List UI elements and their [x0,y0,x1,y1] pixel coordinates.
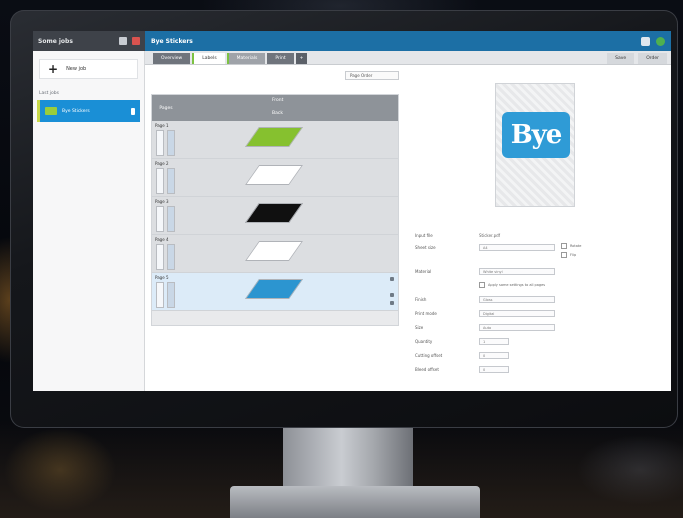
page-mini-back [167,130,175,156]
prop-label: Bleed offset [415,367,439,372]
tab-print[interactable]: Print [267,53,294,64]
size-select[interactable]: Auto [479,324,555,331]
monitor-stand-base [230,486,480,518]
new-job-label: New job [66,66,87,72]
label-preview: Bye [495,83,575,207]
job-title: Bye Stickers [151,37,193,45]
prop-label: Cutting offset [415,353,443,358]
quantity-input[interactable]: 1 [479,338,509,345]
tab-bar: Overview Labels Materials Print + Save O… [145,51,671,65]
job-item-label: Bye Stickers [62,108,90,114]
job-list-item[interactable]: Bye Stickers [37,100,140,122]
page-row-label: Page 2 [155,161,169,166]
logo-text: Bye [510,120,563,150]
page-row-label: Page 1 [155,123,169,128]
page-row-label: Page 4 [155,237,169,242]
add-tab-button[interactable]: + [295,53,308,64]
page-mini-back [167,206,175,232]
tab-labels[interactable]: Labels [192,53,225,64]
power-icon[interactable] [656,36,665,46]
prop-label: Material [415,269,432,274]
grid-icon[interactable] [119,37,127,45]
page-mini-back [167,168,175,194]
prop-label: Input file [415,233,433,238]
prop-label: Print mode [415,311,437,316]
plus-icon: + [48,62,59,76]
finish-select[interactable]: Gloss [479,296,555,303]
front-column-header: Front [272,98,284,103]
arrow-up-icon[interactable] [390,277,394,281]
flip-checkbox[interactable] [561,252,567,258]
page-row-label: Page 5 [155,275,169,280]
pages-toolbar: Page Order [345,71,399,80]
prop-label: Sheet size [415,245,436,250]
app-screen: Some jobs Bye Stickers + New job Last jo… [33,31,671,391]
clipboard-icon[interactable] [641,36,650,46]
apply-all-checkbox[interactable] [479,282,485,288]
page-row[interactable]: Page 4 [152,235,398,273]
save-button[interactable]: Save [607,53,635,64]
section-label: Last jobs [39,91,60,96]
edit-icon[interactable] [390,293,394,297]
main-panel: Overview Labels Materials Print + Save O… [145,51,671,391]
label-preview-shape [244,127,304,147]
prop-label: Finish [415,297,427,302]
page-mini-front [156,244,164,270]
sidebar-title: Some jobs [38,37,73,45]
sidebar: + New job Last jobs Bye Stickers [33,51,145,391]
page-row[interactable]: Page 1 [152,121,398,159]
pages-table: Pages Front Back Page 1 Page 2 Page 3 Pa… [151,94,399,326]
new-job-button[interactable]: + New job [39,59,138,79]
print-mode-select[interactable]: Digital [479,310,555,317]
page-mini-front [156,168,164,194]
menu-icon[interactable] [132,37,140,45]
material-select[interactable]: White vinyl [479,268,555,275]
top-bar: Some jobs Bye Stickers [33,31,671,51]
label-preview-shape [244,203,304,223]
rotate-checkbox[interactable] [561,243,567,249]
sheet-size-select[interactable]: A4 [479,244,555,251]
label-preview-shape [244,241,304,261]
flip-label: Flip [570,253,577,257]
sidebar-header: Some jobs [33,31,145,51]
page-mini-front [156,206,164,232]
page-row-selected[interactable]: Page 5 [152,273,398,311]
pages-column-header: Pages [159,105,173,111]
page-row-label: Page 3 [155,199,169,204]
apply-all-label: Apply same settings to all pages [488,283,546,287]
label-preview-shape [244,165,304,185]
bye-logo: Bye [502,112,570,158]
monitor-stand-neck [283,428,413,488]
page-mini-front [156,130,164,156]
order-button[interactable]: Order [638,53,667,64]
page-mini-back [167,244,175,270]
tab-materials[interactable]: Materials [226,53,266,64]
page-row[interactable]: Page 2 [152,159,398,197]
prop-label: Quantity [415,339,433,344]
job-thumbnail [45,107,57,115]
rotate-label: Rotate [570,244,582,248]
prop-value: Sticker.pdf [479,233,501,238]
tab-actions: Save Order [607,53,671,64]
sort-select[interactable]: Page Order [345,71,399,80]
back-column-header: Back [272,111,283,116]
page-row[interactable]: Page 3 [152,197,398,235]
bleed-offset-input[interactable]: 0 [479,366,509,373]
page-mini-back [167,282,175,308]
label-preview-shape [244,279,304,299]
page-mini-front [156,282,164,308]
cutting-offset-input[interactable]: 0 [479,352,509,359]
trash-icon[interactable] [131,107,135,115]
job-header: Bye Stickers [145,31,671,51]
prop-label: Size [415,325,424,330]
delete-icon[interactable] [390,301,394,305]
pages-table-header: Pages Front Back [152,95,398,121]
tab-overview[interactable]: Overview [153,53,191,64]
